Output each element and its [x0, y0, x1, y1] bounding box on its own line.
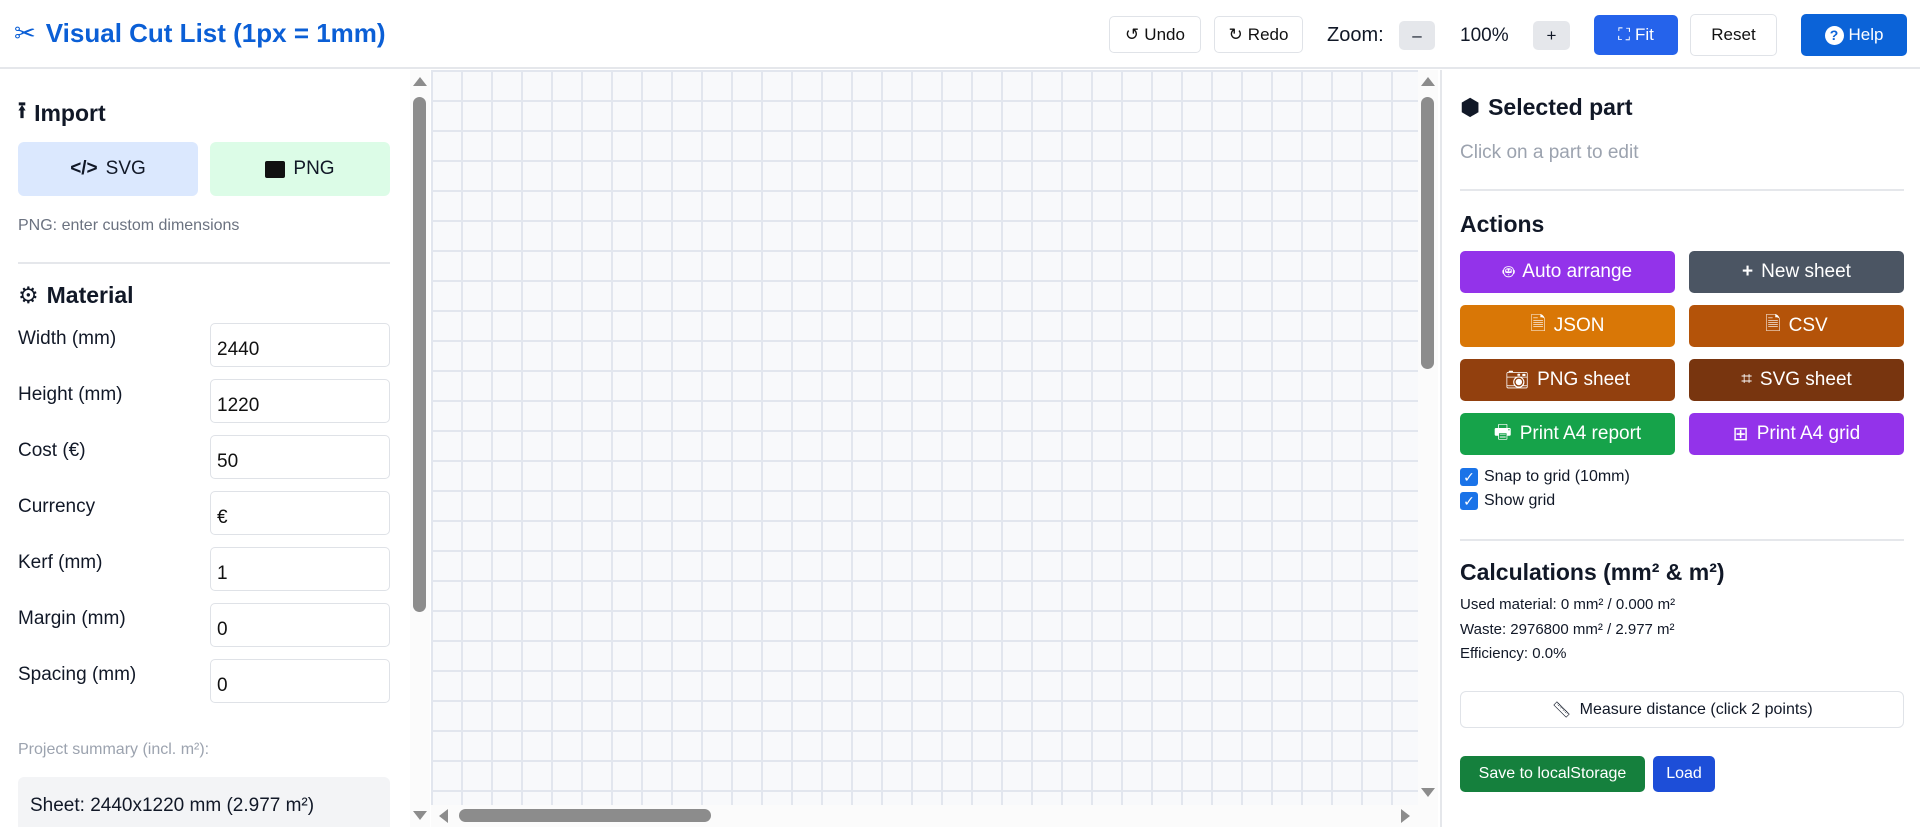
cutting-canvas[interactable]	[431, 70, 1418, 805]
margin-label: Margin (mm)	[18, 608, 126, 629]
material-heading: ⚙ Material	[18, 282, 134, 308]
header: ✂ Visual Cut List (1px = 1mm) ↺ Undo ↻ Red…	[0, 0, 1920, 69]
used-material: Used material: 0 mm² / 0.000 m²	[1460, 596, 1676, 613]
left-panel: ⭱ Import </> SVG PNG PNG: enter custom dim…	[0, 70, 410, 827]
import-heading: ⭱ Import	[18, 94, 106, 133]
code-icon: </>	[70, 158, 98, 179]
print-a4-report-button[interactable]: 🖶 Print A4 report	[1460, 413, 1675, 455]
currency-input[interactable]	[210, 491, 390, 535]
checkbox-checked[interactable]: ✓	[1460, 468, 1478, 486]
file-csv-icon: 🗎	[1765, 314, 1781, 335]
expand-icon: ⛶	[1618, 25, 1630, 44]
image-icon	[265, 160, 286, 178]
fit-button[interactable]: ⛶ Fit	[1594, 15, 1678, 55]
help-button[interactable]: ? Help	[1801, 14, 1907, 56]
cube-icon: ⬢	[1460, 94, 1481, 120]
redo-icon: ↻	[1228, 24, 1243, 44]
project-summary-label: Project summary (incl. m²):	[18, 741, 210, 758]
actions-heading: Actions	[1460, 211, 1545, 237]
cost-label: Cost (€)	[18, 440, 86, 461]
vector-square-icon: ⌗	[1741, 369, 1752, 390]
scroll-up-arrow[interactable]	[1421, 77, 1435, 86]
snap-to-grid-checkbox[interactable]: ✓ Snap to grid (10mm)	[1460, 468, 1630, 486]
height-label: Height (mm)	[18, 384, 123, 405]
scroll-down-arrow[interactable]	[413, 811, 427, 820]
camera-icon: 📷︎	[1504, 370, 1530, 391]
measure-distance-button[interactable]: 📏︎ Measure distance (click 2 points)	[1460, 691, 1904, 728]
import-svg-button[interactable]: </> SVG	[18, 142, 198, 196]
currency-label: Currency	[18, 496, 96, 517]
canvas-vertical-scrollbar[interactable]	[1418, 70, 1438, 805]
new-sheet-button[interactable]: + New sheet	[1689, 251, 1904, 293]
grid-icon: ⊞	[1732, 423, 1749, 445]
scroll-up-arrow[interactable]	[413, 77, 427, 86]
export-csv-button[interactable]: 🗎 CSV	[1689, 305, 1904, 347]
selected-part-heading: ⬢ Selected part	[1460, 94, 1633, 120]
gears-icon: ⚙	[18, 282, 39, 308]
scroll-down-arrow[interactable]	[1421, 788, 1435, 797]
scissors-icon: ✂	[14, 18, 36, 48]
height-input[interactable]	[210, 379, 390, 423]
selected-part-hint: Click on a part to edit	[1460, 142, 1639, 163]
svg-sheet-button[interactable]: ⌗ SVG sheet	[1689, 359, 1904, 401]
waste: Waste: 2976800 mm² / 2.977 m²	[1460, 621, 1675, 638]
canvas-horizontal-scrollbar[interactable]	[431, 805, 1438, 827]
undo-icon: ↺	[1125, 24, 1140, 44]
plus-icon: +	[1742, 261, 1754, 282]
right-panel: ⬢ Selected part Click on a part to edit A…	[1440, 70, 1920, 827]
png-note: PNG: enter custom dimensions	[18, 217, 240, 234]
save-localstorage-button[interactable]: Save to localStorage	[1460, 756, 1645, 792]
ruler-icon: 📏︎	[1551, 701, 1572, 719]
scroll-thumb[interactable]	[1421, 97, 1434, 369]
zoom-label: Zoom:	[1327, 24, 1384, 46]
width-label: Width (mm)	[18, 328, 117, 349]
file-code-icon: 🗎	[1530, 314, 1546, 335]
divider	[18, 262, 390, 264]
load-button[interactable]: Load	[1653, 756, 1715, 792]
scroll-thumb[interactable]	[459, 809, 711, 822]
robot-icon: 🤖︎	[1502, 261, 1515, 283]
scroll-right-arrow[interactable]	[1401, 809, 1410, 823]
spacing-input[interactable]	[210, 659, 390, 703]
cost-input[interactable]	[210, 435, 390, 479]
divider	[1460, 189, 1904, 191]
scroll-left-arrow[interactable]	[439, 809, 448, 823]
zoom-out-button[interactable]: –	[1399, 21, 1435, 50]
width-input[interactable]	[210, 323, 390, 367]
redo-button[interactable]: ↻ Redo	[1214, 16, 1303, 53]
upload-icon: ⭱	[18, 97, 27, 123]
kerf-label: Kerf (mm)	[18, 552, 103, 573]
divider	[1460, 539, 1904, 541]
auto-arrange-button[interactable]: 🤖︎ Auto arrange	[1460, 251, 1675, 293]
kerf-input[interactable]	[210, 547, 390, 591]
question-circle-icon: ?	[1824, 25, 1844, 45]
calculations-heading: Calculations (mm² & m²)	[1460, 559, 1725, 585]
checkbox-checked[interactable]: ✓	[1460, 492, 1478, 510]
app-title: ✂ Visual Cut List (1px = 1mm)	[14, 18, 386, 48]
left-panel-scrollbar[interactable]	[410, 70, 430, 827]
zoom-value: 100%	[1460, 25, 1509, 46]
scroll-thumb[interactable]	[413, 97, 426, 612]
margin-input[interactable]	[210, 603, 390, 647]
project-summary-box: Sheet: 2440x1220 mm (2.977 m²)	[18, 777, 390, 827]
import-png-button[interactable]: PNG	[210, 142, 390, 196]
spacing-label: Spacing (mm)	[18, 664, 137, 685]
show-grid-checkbox[interactable]: ✓ Show grid	[1460, 492, 1555, 510]
reset-button[interactable]: Reset	[1690, 14, 1777, 56]
printer-icon: 🖶	[1493, 422, 1512, 443]
png-sheet-button[interactable]: 📷︎ PNG sheet	[1460, 359, 1675, 401]
print-a4-grid-button[interactable]: ⊞ Print A4 grid	[1689, 413, 1904, 455]
zoom-in-button[interactable]: +	[1533, 21, 1570, 50]
undo-button[interactable]: ↺ Undo	[1109, 16, 1201, 53]
efficiency: Efficiency: 0.0%	[1460, 645, 1567, 662]
sheet-summary: Sheet: 2440x1220 mm (2.977 m²)	[30, 795, 315, 816]
export-json-button[interactable]: 🗎 JSON	[1460, 305, 1675, 347]
